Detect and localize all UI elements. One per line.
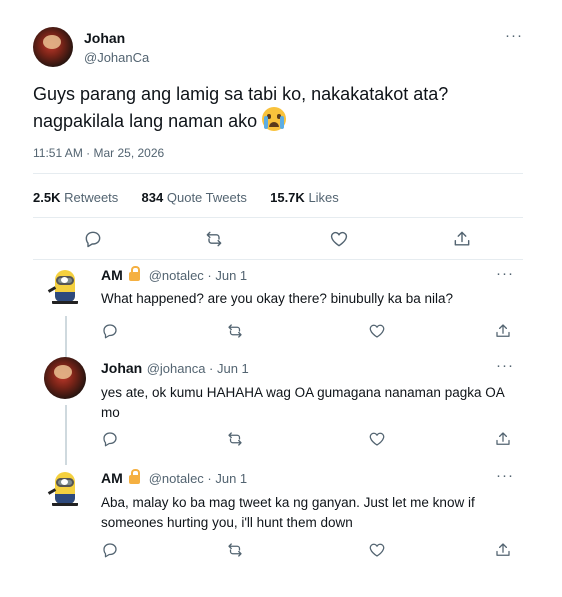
heart-icon[interactable] — [368, 430, 386, 448]
author-handle[interactable]: @JohanCa — [84, 50, 149, 65]
tweet-timestamp[interactable]: 11:51 AM · Mar 25, 2026 — [33, 146, 164, 160]
reply-header: AM @notalec · Jun 1 — [101, 469, 247, 488]
retweets-count: 2.5K — [33, 190, 61, 205]
lock-icon — [129, 469, 141, 484]
reply-handle-date[interactable]: @notalec · Jun 1 — [149, 471, 247, 486]
reply-text: What happened? are you okay there? binub… — [101, 291, 453, 306]
retweet-icon[interactable] — [226, 541, 244, 559]
more-options-icon[interactable]: ··· — [505, 27, 523, 44]
heart-icon[interactable] — [368, 541, 386, 559]
tweet-stats: 2.5K Retweets 834 Quote Tweets 15.7K Lik… — [33, 190, 339, 205]
share-icon[interactable] — [494, 430, 512, 448]
reply-avatar-minion[interactable] — [44, 266, 86, 308]
likes-count: 15.7K — [270, 190, 305, 205]
divider — [33, 259, 523, 260]
thread-line — [65, 316, 67, 358]
tweet-text: Guys parang ang lamig sa tabi ko, nakaka… — [33, 82, 503, 134]
reply-handle-date[interactable]: @johanca · Jun 1 — [147, 361, 249, 376]
author-avatar[interactable] — [33, 27, 73, 67]
reply-icon[interactable] — [101, 541, 119, 559]
reply-header: Johan @johanca · Jun 1 — [101, 360, 249, 378]
retweets-stat[interactable]: 2.5K Retweets — [33, 190, 118, 205]
retweet-icon[interactable] — [226, 322, 244, 340]
divider — [33, 217, 523, 218]
more-options-icon[interactable]: ··· — [496, 357, 514, 374]
more-options-icon[interactable]: ··· — [496, 265, 514, 282]
reply-author-name[interactable]: AM — [101, 470, 123, 486]
more-options-icon[interactable]: ··· — [496, 467, 514, 484]
share-icon[interactable] — [494, 322, 512, 340]
heart-icon[interactable] — [368, 322, 386, 340]
reply-text: Aba, malay ko ba mag tweet ka ng ganyan.… — [101, 495, 475, 530]
crying-emoji-icon — [262, 107, 287, 131]
share-icon[interactable] — [452, 229, 472, 249]
lock-icon — [129, 266, 141, 281]
reply-avatar-minion[interactable] — [44, 468, 86, 510]
author-name[interactable]: Johan — [84, 30, 125, 46]
share-icon[interactable] — [494, 541, 512, 559]
reply-author-name[interactable]: Johan — [101, 360, 142, 376]
reply-handle-date[interactable]: @notalec · Jun 1 — [149, 268, 247, 283]
reply-icon[interactable] — [101, 322, 119, 340]
heart-icon[interactable] — [329, 229, 349, 249]
likes-label: Likes — [308, 190, 339, 205]
retweets-label: Retweets — [64, 190, 119, 205]
reply-icon[interactable] — [83, 229, 103, 249]
quotes-stat[interactable]: 834 Quote Tweets — [142, 190, 247, 205]
reply-icon[interactable] — [101, 430, 119, 448]
quotes-label: Quote Tweets — [166, 190, 247, 205]
reply-avatar-johan[interactable] — [44, 357, 86, 399]
tweet-text-content: Guys parang ang lamig sa tabi ko, nakaka… — [33, 84, 449, 131]
reply-text: yes ate, ok kumu HAHAHA wag OA gumagana … — [101, 385, 504, 420]
retweet-icon[interactable] — [204, 229, 224, 249]
reply-header: AM @notalec · Jun 1 — [101, 266, 247, 285]
thread-line — [65, 405, 67, 465]
divider — [33, 173, 523, 174]
reply-author-name[interactable]: AM — [101, 267, 123, 283]
retweet-icon[interactable] — [226, 430, 244, 448]
quotes-count: 834 — [141, 190, 164, 205]
likes-stat[interactable]: 15.7K Likes — [270, 190, 339, 205]
